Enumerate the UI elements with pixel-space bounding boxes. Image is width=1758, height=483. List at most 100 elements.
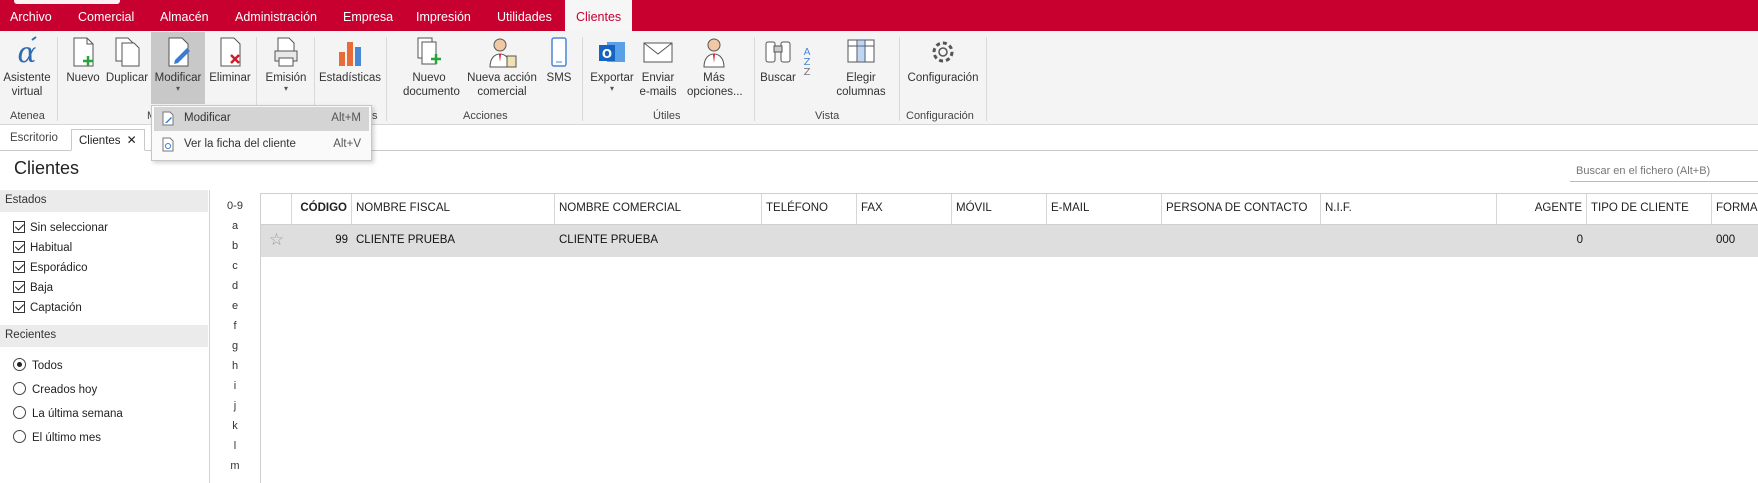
- col-agente[interactable]: AGENTE: [1497, 194, 1587, 225]
- col-forma-pago[interactable]: FORMA DE PAGO: [1712, 194, 1758, 225]
- cell-persona-contacto: [1162, 225, 1321, 257]
- mas-opciones-button[interactable]: Más opciones...: [681, 36, 747, 99]
- alpha-a[interactable]: a: [222, 216, 248, 236]
- ribbon-separator: [986, 37, 987, 121]
- alpha-j[interactable]: j: [222, 396, 248, 416]
- mobile-phone-icon: [551, 37, 567, 67]
- menu-administracion[interactable]: Administración: [235, 10, 317, 24]
- col-email[interactable]: E-MAIL: [1047, 194, 1162, 225]
- table-row[interactable]: ☆ 99 CLIENTE PRUEBA CLIENTE PRUEBA 0 000: [261, 225, 1758, 257]
- recent-creados-hoy[interactable]: Creados hoy: [13, 382, 97, 396]
- chevron-down-icon: ▾: [609, 84, 614, 93]
- col-movil[interactable]: MÓVIL: [952, 194, 1047, 225]
- alpha-h[interactable]: h: [222, 356, 248, 376]
- alphabet-index: 0-9 a b c d e f g h i j k l m n: [222, 196, 248, 483]
- col-codigo[interactable]: CÓDIGO: [292, 194, 352, 225]
- binoculars-icon: [765, 41, 791, 63]
- ribbon-separator: [754, 37, 755, 121]
- svg-text:α: α: [18, 36, 37, 68]
- menu-almacen[interactable]: Almacén: [160, 10, 209, 24]
- cell-agente: 0: [1576, 234, 1583, 246]
- menu-comercial[interactable]: Comercial: [78, 10, 134, 24]
- col-persona-contacto[interactable]: PERSONA DE CONTACTO: [1162, 194, 1321, 225]
- recientes-header: Recientes: [0, 325, 208, 347]
- menu-impresion[interactable]: Impresión: [416, 10, 471, 24]
- atenea-alpha-icon: α: [18, 36, 37, 68]
- col-fax[interactable]: FAX: [857, 194, 952, 225]
- menu-archivo[interactable]: Archivo: [10, 10, 52, 24]
- recent-todos[interactable]: Todos: [13, 358, 63, 372]
- nuevo-documento-button[interactable]: Nuevo documento: [391, 36, 467, 99]
- cell-movil: [952, 225, 1047, 257]
- col-nombre-comercial[interactable]: NOMBRE COMERCIAL: [555, 194, 762, 225]
- checkbox-checked-icon: [13, 221, 25, 233]
- new-document-stack-icon: [417, 37, 441, 65]
- asistente-virtual-button[interactable]: α Asistente virtual: [2, 36, 52, 99]
- nuevo-button[interactable]: Nuevo: [63, 36, 103, 85]
- alpha-b[interactable]: b: [222, 236, 248, 256]
- gear-icon: [932, 41, 954, 63]
- filter-baja[interactable]: Baja: [13, 281, 53, 294]
- alpha-m[interactable]: m: [222, 456, 248, 476]
- exportar-button[interactable]: O Exportar ▾: [587, 36, 637, 93]
- page-title: Clientes: [14, 158, 80, 178]
- menu-utilidades[interactable]: Utilidades: [497, 10, 552, 24]
- clients-grid: CÓDIGO NOMBRE FISCAL NOMBRE COMERCIAL TE…: [260, 193, 1758, 483]
- col-nif[interactable]: N.I.F.: [1321, 194, 1497, 225]
- enviar-emails-button[interactable]: Enviar e-mails: [636, 36, 680, 99]
- checkbox-checked-icon: [13, 241, 25, 253]
- group-label-mantenimiento-end: s: [372, 110, 378, 122]
- nueva-accion-comercial-button[interactable]: Nueva acción comercial: [467, 36, 537, 99]
- emision-button[interactable]: Emisión ▾: [261, 36, 311, 93]
- sort-az-button[interactable]: AZZ: [798, 43, 818, 83]
- buscar-button[interactable]: Buscar: [758, 36, 798, 85]
- view-document-icon: [162, 137, 174, 152]
- cell-nombre-fiscal: CLIENTE PRUEBA: [356, 234, 456, 246]
- alpha-k[interactable]: k: [222, 416, 248, 436]
- filter-captacion[interactable]: Captación: [13, 301, 82, 314]
- alpha-n[interactable]: n: [222, 476, 248, 483]
- elegir-columnas-button[interactable]: Elegir columnas: [826, 36, 896, 99]
- menu-bar: Archivo Comercial Almacén Administración…: [0, 0, 1758, 31]
- eliminar-button[interactable]: Eliminar: [207, 36, 253, 85]
- filter-esporadico[interactable]: Esporádico: [13, 261, 88, 274]
- ribbon-separator: [582, 37, 583, 121]
- alpha-f[interactable]: f: [222, 316, 248, 336]
- alpha-e[interactable]: e: [222, 296, 248, 316]
- configuracion-button[interactable]: Configuración: [904, 36, 982, 85]
- alpha-d[interactable]: d: [222, 276, 248, 296]
- col-telefono[interactable]: TELÉFONO: [762, 194, 857, 225]
- duplicar-button[interactable]: Duplicar: [104, 36, 150, 85]
- alpha-c[interactable]: c: [222, 256, 248, 276]
- search-input[interactable]: [1570, 160, 1758, 182]
- modificar-button[interactable]: Modificar ▾: [151, 32, 205, 104]
- alpha-g[interactable]: g: [222, 336, 248, 356]
- col-tipo-cliente[interactable]: TIPO DE CLIENTE: [1587, 194, 1712, 225]
- alpha-i[interactable]: i: [222, 376, 248, 396]
- alpha-0-9[interactable]: 0-9: [222, 196, 248, 216]
- tab-clientes[interactable]: Clientes ✕: [71, 129, 145, 151]
- recent-ultima-semana[interactable]: La última semana: [13, 406, 123, 420]
- edit-document-icon: [162, 111, 174, 126]
- filter-habitual[interactable]: Habitual: [13, 241, 72, 254]
- cell-fax: [857, 225, 952, 257]
- menu-empresa[interactable]: Empresa: [343, 10, 393, 24]
- group-label-vista: Vista: [815, 110, 840, 122]
- menu-item-ver-ficha[interactable]: Ver la ficha del cliente Alt+V: [154, 133, 369, 157]
- filter-sin-seleccionar[interactable]: Sin seleccionar: [13, 221, 108, 234]
- cell-codigo: 99: [335, 234, 348, 246]
- recent-ultimo-mes[interactable]: El último mes: [13, 430, 101, 444]
- ribbon-separator: [899, 37, 900, 121]
- sort-icon: AZZ: [804, 47, 811, 78]
- close-icon[interactable]: ✕: [127, 133, 137, 147]
- col-nombre-fiscal[interactable]: NOMBRE FISCAL: [352, 194, 555, 225]
- alpha-l[interactable]: l: [222, 436, 248, 456]
- checkbox-checked-icon: [13, 261, 25, 273]
- favorite-star-icon[interactable]: ☆: [261, 225, 292, 257]
- menu-clientes[interactable]: Clientes: [565, 0, 633, 31]
- tab-escritorio[interactable]: Escritorio: [3, 129, 65, 151]
- estadisticas-button[interactable]: Estadísticas: [318, 36, 382, 85]
- checkbox-checked-icon: [13, 281, 25, 293]
- menu-item-modificar[interactable]: Modificar Alt+M: [154, 107, 369, 131]
- sms-button[interactable]: SMS: [541, 36, 577, 85]
